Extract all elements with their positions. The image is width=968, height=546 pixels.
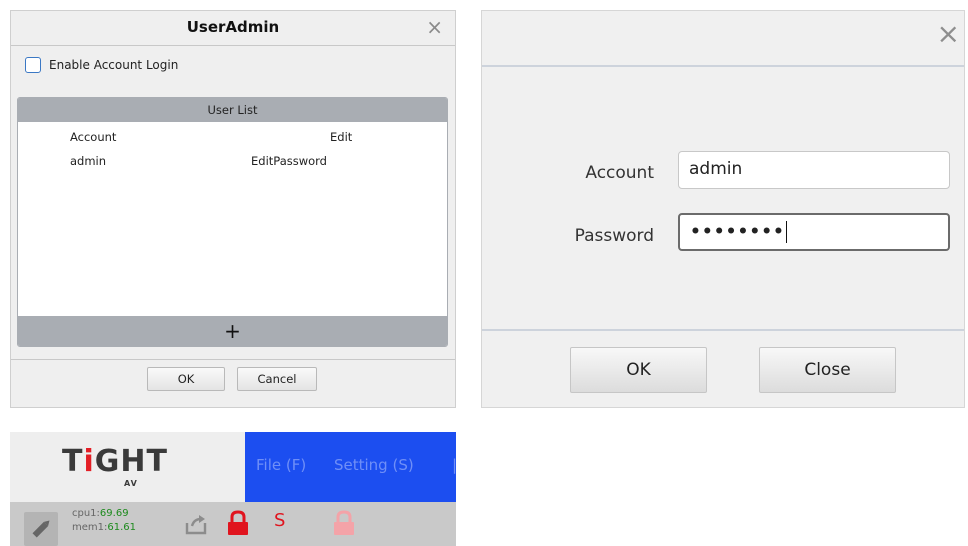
tight-av-logo: TiGHT	[62, 444, 168, 479]
edit-password-link[interactable]: EditPassword	[251, 154, 327, 168]
close-icon[interactable]: ×	[937, 17, 960, 50]
upload-icon[interactable]	[184, 513, 208, 535]
add-user-button[interactable]: +	[18, 316, 447, 346]
mem-readout: mem1:61.61	[72, 522, 137, 533]
ok-button[interactable]: OK	[147, 367, 225, 391]
divider	[482, 329, 964, 331]
password-input-value: ••••••••	[690, 222, 785, 242]
password-label: Password	[574, 226, 654, 246]
dialog-titlebar: UserAdmin ×	[11, 11, 455, 46]
column-header-edit: Edit	[330, 130, 353, 144]
divider	[482, 65, 964, 67]
logo-area: TiGHT AV	[10, 432, 245, 502]
menu-partial[interactable]: |	[452, 456, 456, 474]
password-input[interactable]: ••••••••	[678, 213, 950, 251]
status-bar: cpu1:69.69 mem1:61.61 S	[10, 502, 456, 546]
close-icon[interactable]: ×	[426, 15, 443, 39]
useradmin-dialog: UserAdmin × Enable Account Login User Li…	[10, 10, 456, 408]
logo-subtitle: AV	[124, 479, 138, 488]
column-header-account: Account	[70, 130, 117, 144]
divider	[11, 359, 455, 360]
account-input-value: admin	[689, 159, 743, 179]
edit-mode-button[interactable]	[24, 512, 58, 546]
login-dialog: × Account admin Password •••••••• OK Clo…	[481, 10, 965, 408]
menu-setting[interactable]: Setting (S)	[334, 456, 414, 474]
pencil-icon	[32, 520, 50, 538]
menu-file[interactable]: File (F)	[256, 456, 306, 474]
enable-account-login-label: Enable Account Login	[49, 58, 179, 72]
menu-bar: File (F) Setting (S) |	[245, 432, 456, 502]
user-row-account: admin	[70, 154, 107, 168]
account-label: Account	[585, 163, 654, 183]
lock-icon[interactable]	[226, 510, 250, 536]
s-status-icon[interactable]: S	[274, 510, 285, 531]
dialog-title: UserAdmin	[186, 18, 280, 36]
enable-account-login-checkbox[interactable]	[25, 57, 41, 73]
cancel-button[interactable]: Cancel	[237, 367, 317, 391]
ok-button[interactable]: OK	[570, 347, 707, 393]
app-header: TiGHT AV File (F) Setting (S) | cpu1:69.…	[10, 432, 456, 546]
unlocked-lock-icon[interactable]	[332, 510, 356, 536]
text-caret	[785, 221, 788, 243]
user-list: User List Account Edit admin EditPasswor…	[17, 97, 448, 347]
user-list-header: User List	[18, 98, 447, 122]
close-button[interactable]: Close	[759, 347, 896, 393]
account-input[interactable]: admin	[678, 151, 950, 189]
cpu-readout: cpu1:69.69	[72, 508, 129, 519]
